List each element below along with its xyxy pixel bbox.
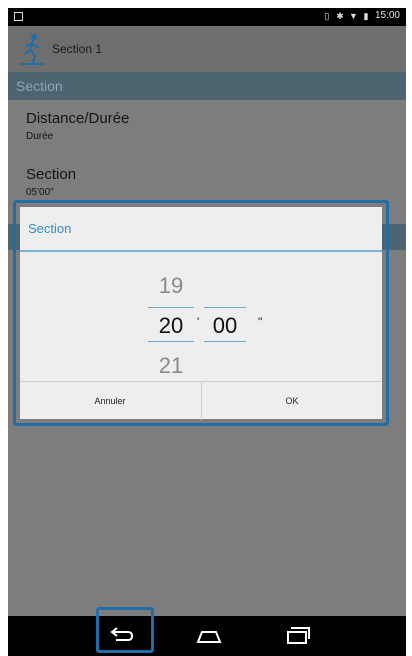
list-item-value: 05'00" [26,187,54,198]
dialog-button-bar: Annuler OK [20,381,382,420]
list-item-distance-duration[interactable]: Distance/Durée Durée [26,110,129,142]
notification-icon [14,12,23,21]
dialog-title: Section [28,221,72,236]
back-button-highlight-outline [96,607,154,653]
list-item-label: Section [26,166,77,183]
bluetooth-icon: ✱ [336,10,344,21]
home-icon[interactable] [194,622,224,650]
minute-prev[interactable]: 19 [150,273,192,299]
time-picker-dialog: Section 19 20 21 ' 00 " Annuler OK [20,207,382,420]
minute-mark: ' [197,315,200,329]
second-current[interactable]: 00 [204,313,246,339]
list-item-label: Distance/Durée [26,110,130,127]
list-item-value: Durée [26,131,54,142]
battery-icon: ▮ [363,10,369,21]
second-mark: " [258,315,263,329]
minute-next[interactable]: 21 [150,353,192,379]
second-divider-bottom [204,341,246,342]
section-header-label: Section [16,78,63,94]
navigation-bar [8,616,406,656]
section-header: Section [8,72,406,100]
vibrate-icon: ▯ [324,10,330,21]
app-bar: Section 1 [8,26,406,72]
status-bar: ▯ ✱ ▼ ▮ 15:00 [8,8,406,26]
wifi-icon: ▼ [348,10,358,21]
minute-divider-top [148,307,194,308]
dialog-title-divider [20,250,382,252]
status-time: 15:00 [374,10,400,21]
list-item-section[interactable]: Section 05'00" [26,166,76,198]
app-title: Section 1 [52,42,103,56]
runner-logo-icon[interactable] [18,32,46,66]
minute-current[interactable]: 20 [150,313,192,339]
cancel-button[interactable]: Annuler [20,382,200,420]
ok-button[interactable]: OK [201,382,382,420]
recents-icon[interactable] [282,622,312,650]
minute-divider-bottom [148,341,194,342]
second-divider-top [204,307,246,308]
